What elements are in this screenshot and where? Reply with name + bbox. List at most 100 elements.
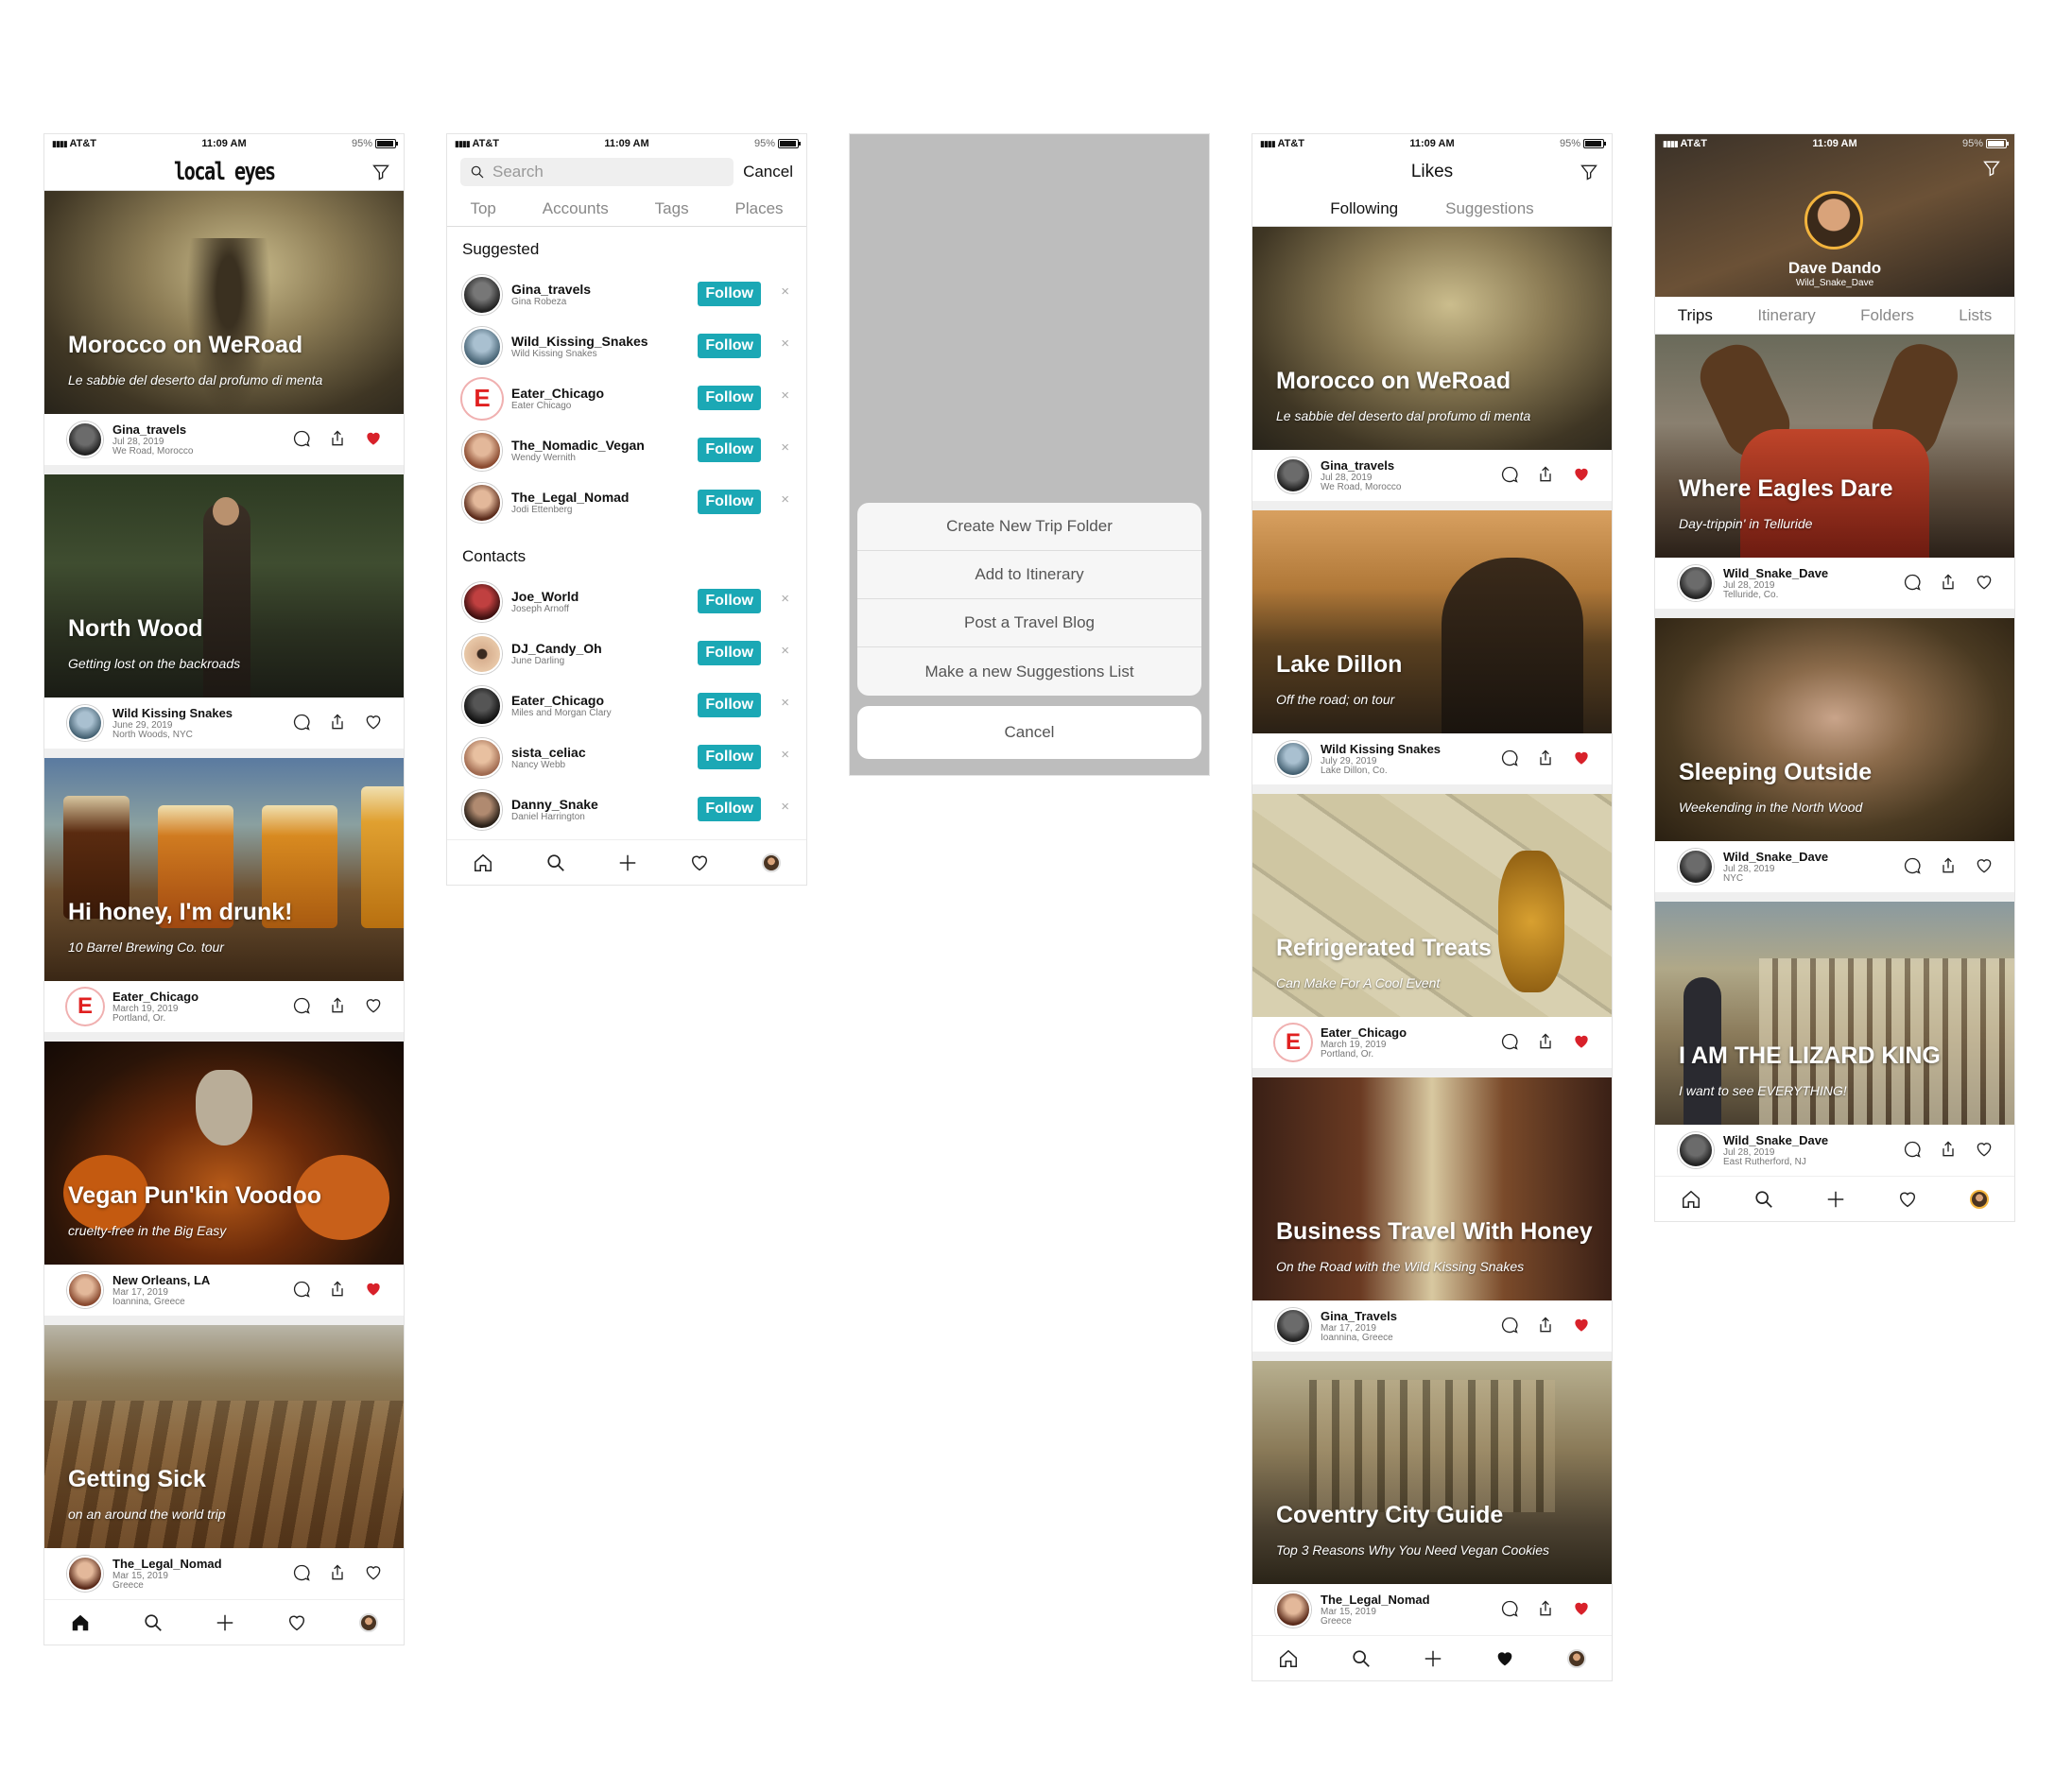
contact-row[interactable]: DJ_Candy_Oh June Darling Follow × [447,628,806,680]
post-image[interactable]: North Wood Getting lost on the backroads [44,474,404,698]
suggested-row[interactable]: The_Nomadic_Vegan Wendy Wernith Follow × [447,424,806,476]
comment-icon[interactable] [292,1280,311,1299]
search-input[interactable]: Search [460,158,734,186]
home-icon[interactable] [473,853,493,873]
avatar[interactable]: E [462,378,502,419]
tab-folders[interactable]: Folders [1860,306,1914,325]
post-card[interactable]: Sleeping Outside Weekending in the North… [1655,618,2014,902]
filter-icon[interactable] [1982,159,2001,178]
post-card[interactable]: Business Travel With Honey On the Road w… [1252,1077,1612,1361]
avatar[interactable] [462,685,502,726]
post-card[interactable]: Getting Sick on an around the world trip… [44,1325,404,1599]
share-icon[interactable] [328,1563,347,1582]
comment-icon[interactable] [292,429,311,448]
dismiss-icon[interactable]: × [781,439,789,456]
avatar[interactable] [67,422,103,457]
suggested-row[interactable]: The_Legal_Nomad Jodi Ettenberg Follow × [447,476,806,528]
heart-icon[interactable] [364,713,383,732]
heart-icon[interactable] [364,996,383,1015]
avatar[interactable]: E [67,989,103,1025]
suggested-row[interactable]: E Eater_Chicago Eater Chicago Follow × [447,372,806,424]
share-icon[interactable] [328,429,347,448]
create-trip-folder-option[interactable]: Create New Trip Folder [857,503,1201,551]
post-author[interactable]: Eater_Chicago [112,990,199,1003]
cancel-search-button[interactable]: Cancel [743,163,793,181]
post-image[interactable]: I AM THE LIZARD KING I want to see EVERY… [1655,902,2014,1125]
avatar[interactable] [462,633,502,674]
contact-row[interactable]: sista_celiac Nancy Webb Follow × [447,732,806,784]
contact-row[interactable]: Joe_World Joseph Arnoff Follow × [447,576,806,628]
post-card[interactable]: Morocco on WeRoad Le sabbie del deserto … [1252,227,1612,510]
share-icon[interactable] [1536,1316,1555,1335]
avatar[interactable] [1678,1132,1714,1168]
follow-button[interactable]: Follow [698,334,761,358]
tab-tags[interactable]: Tags [655,199,689,218]
post-image[interactable]: Where Eagles Dare Day-trippin' in Tellur… [1655,335,2014,558]
post-card[interactable]: Morocco on WeRoad Le sabbie del deserto … [44,191,404,474]
heart-icon[interactable] [1975,1140,1994,1159]
avatar[interactable] [462,581,502,622]
post-card[interactable]: Refrigerated Treats Can Make For A Cool … [1252,794,1612,1077]
dismiss-icon[interactable]: × [781,336,789,352]
heart-filled-icon[interactable] [1572,1032,1591,1051]
dismiss-icon[interactable]: × [781,643,789,659]
profile-avatar-icon[interactable] [1566,1648,1586,1668]
likes-icon[interactable] [286,1612,307,1633]
post-image[interactable]: Business Travel With Honey On the Road w… [1252,1077,1612,1300]
follow-button[interactable]: Follow [698,438,761,462]
home-icon[interactable] [1681,1189,1701,1210]
tab-suggestions[interactable]: Suggestions [1445,199,1534,218]
comment-icon[interactable] [1500,465,1519,484]
avatar[interactable]: E [1275,1025,1311,1060]
suggested-row[interactable]: Wild_Kissing_Snakes Wild Kissing Snakes F… [447,320,806,372]
avatar[interactable] [1275,741,1311,777]
dismiss-icon[interactable]: × [781,747,789,763]
likes-filled-icon[interactable] [1494,1648,1515,1669]
follow-button[interactable]: Follow [698,386,761,410]
post-author[interactable]: New Orleans, LA [112,1274,210,1286]
comment-icon[interactable] [1903,573,1922,592]
heart-icon[interactable] [1975,856,1994,875]
comment-icon[interactable] [1903,856,1922,875]
search-icon[interactable] [545,853,566,873]
home-icon[interactable] [1278,1648,1299,1669]
comment-icon[interactable] [292,996,311,1015]
post-image[interactable]: Vegan Pun'kin Voodoo cruelty-free in the… [44,1042,404,1265]
avatar[interactable] [1275,1308,1311,1344]
heart-icon[interactable] [1975,573,1994,592]
post-author[interactable]: The_Legal_Nomad [1321,1593,1430,1606]
dismiss-icon[interactable]: × [781,388,789,404]
post-author[interactable]: Wild_Snake_Dave [1723,567,1828,579]
avatar[interactable] [462,482,502,523]
post-card[interactable]: Vegan Pun'kin Voodoo cruelty-free in the… [44,1042,404,1325]
post-author[interactable]: Gina_travels [1321,459,1401,472]
comment-icon[interactable] [1500,1599,1519,1618]
suggested-row[interactable]: Gina_travels Gina Robeza Follow × [447,268,806,320]
dismiss-icon[interactable]: × [781,591,789,607]
tab-following[interactable]: Following [1330,199,1398,218]
heart-filled-icon[interactable] [1572,1316,1591,1335]
add-to-itinerary-option[interactable]: Add to Itinerary [857,551,1201,599]
post-author[interactable]: Gina_Travels [1321,1310,1397,1322]
post-author[interactable]: Wild Kissing Snakes [112,707,233,719]
profile-avatar-icon[interactable] [1969,1189,1989,1209]
comment-icon[interactable] [292,1563,311,1582]
follow-button[interactable]: Follow [698,589,761,613]
comment-icon[interactable] [1500,749,1519,767]
comment-icon[interactable] [1903,1140,1922,1159]
post-image[interactable]: Morocco on WeRoad Le sabbie del deserto … [44,191,404,414]
heart-filled-icon[interactable] [1572,749,1591,767]
heart-filled-icon[interactable] [364,1280,383,1299]
heart-filled-icon[interactable] [1572,465,1591,484]
dismiss-icon[interactable]: × [781,491,789,508]
contact-row[interactable]: Eater_Chicago Miles and Morgan Clary Foll… [447,680,806,732]
tab-lists[interactable]: Lists [1959,306,1992,325]
home-filled-icon[interactable] [70,1612,91,1633]
post-travel-blog-option[interactable]: Post a Travel Blog [857,599,1201,647]
tab-trips[interactable]: Trips [1678,306,1713,325]
filter-icon[interactable] [1580,163,1598,181]
avatar[interactable] [67,1272,103,1308]
post-card[interactable]: Coventry City Guide Top 3 Reasons Why Yo… [1252,1361,1612,1635]
dismiss-icon[interactable]: × [781,799,789,815]
post-author[interactable]: Wild_Snake_Dave [1723,1134,1828,1146]
